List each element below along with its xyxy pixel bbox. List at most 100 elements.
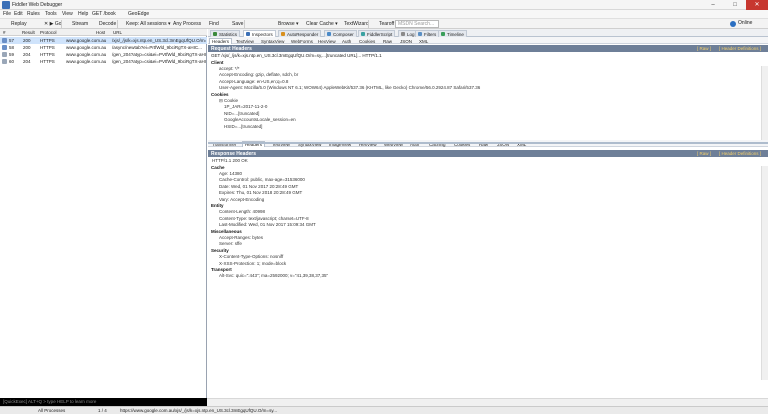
column-url[interactable]: URL	[113, 30, 122, 35]
menu-bar: File Edit Rules Tools View Help GET /boo…	[0, 10, 768, 19]
req-tab-auth[interactable]: Auth	[339, 38, 354, 44]
sessions-header: # Result Protocol Host URL	[0, 29, 207, 36]
request-scrollbar[interactable]	[761, 66, 768, 140]
textwizard-button[interactable]: TextWizard	[336, 20, 369, 28]
keep-icon	[118, 21, 124, 27]
find-button[interactable]: Find	[201, 20, 219, 28]
response-header-definitions-link[interactable]: [ Header Definitions ]	[719, 151, 761, 156]
menu-geoedge[interactable]: GeoEdge	[128, 11, 149, 17]
req-tab-hexview[interactable]: HexView	[315, 38, 339, 44]
menu-tools[interactable]: Tools	[45, 11, 57, 17]
header-line: ⊟ Cookie	[219, 97, 239, 103]
pane-splitter[interactable]	[208, 142, 768, 144]
go-button[interactable]: ✕ ▶ Go	[36, 20, 61, 28]
header-line: Content-Length: 40998	[219, 209, 266, 215]
replay-button[interactable]: Replay	[3, 20, 27, 28]
save-button[interactable]: Save	[224, 20, 243, 28]
sessions-list[interactable]: # Result Protocol Host URL 57 200 HTTPS …	[0, 29, 207, 398]
online-status[interactable]: Online	[730, 20, 752, 27]
maximize-button[interactable]: □	[724, 0, 746, 10]
camera-icon	[247, 21, 253, 27]
minimize-button[interactable]: –	[702, 0, 724, 10]
request-headers-title: Request Headers	[211, 46, 252, 52]
stream-icon	[64, 21, 70, 27]
header-line: Alt-Svc: quic=":443"; ma=2592000; v="41,…	[219, 273, 329, 279]
tab-statistics[interactable]: Statistics	[210, 30, 241, 37]
req-tab-webforms[interactable]: WebForms	[288, 38, 316, 44]
tab-timeline[interactable]: Timeline	[438, 30, 467, 37]
close-button[interactable]: ✕	[746, 0, 768, 10]
quickexec-area	[207, 398, 768, 406]
column-result[interactable]: Result	[22, 30, 35, 35]
header-section: Security	[211, 247, 229, 253]
tab-filters[interactable]: Filters	[415, 30, 440, 37]
go-icon	[36, 21, 42, 27]
filters-icon	[418, 32, 422, 36]
header-line: Vary: Accept-Encoding	[219, 196, 265, 202]
header-line: Expires: Thu, 01 Nov 2018 20:28:49 GMT	[219, 190, 303, 196]
menu-help[interactable]: Help	[78, 11, 88, 17]
fiddler-logo-icon	[2, 1, 10, 9]
header-line: NID=...[truncated]	[224, 110, 260, 116]
req-tab-cookies[interactable]: Cookies	[356, 38, 378, 44]
column-protocol[interactable]: Protocol	[40, 30, 57, 35]
req-tab-raw[interactable]: Raw	[380, 38, 395, 44]
header-line: accept: */*	[219, 65, 240, 71]
table-row[interactable]: 60 204 HTTPS www.google.com.au /gen_204?…	[0, 58, 207, 65]
quickexec-input[interactable]: [QuickExec] ALT+Q > type HELP to learn m…	[0, 398, 207, 406]
status-bar: All Processes 1 / 4 https://www.google.c…	[0, 406, 768, 414]
table-row[interactable]: 57 200 HTTPS www.google.com.au /xjs/_/js…	[0, 37, 207, 44]
req-tab-headers[interactable]: Headers	[209, 38, 233, 44]
column-host[interactable]: Host	[96, 30, 105, 35]
tab-inspectors[interactable]: Inspectors	[243, 30, 276, 37]
menu-get-book[interactable]: GET /book	[92, 11, 116, 17]
req-tab-syntaxview[interactable]: SyntaxView	[258, 38, 287, 44]
header-line: Age: 14380	[219, 170, 243, 176]
request-raw-link[interactable]: [ Raw ]	[697, 46, 711, 51]
menu-view[interactable]: View	[62, 11, 73, 17]
stream-button[interactable]: Stream	[64, 20, 88, 28]
table-row[interactable]: 59 204 HTTPS www.google.com.au /gen_204?…	[0, 51, 207, 58]
response-scrollbar[interactable]	[761, 166, 768, 380]
tab-composer[interactable]: Composer	[324, 30, 357, 37]
response-raw-link[interactable]: [ Raw ]	[697, 151, 711, 156]
decode-icon	[91, 21, 97, 27]
menu-rules[interactable]: Rules	[27, 11, 40, 17]
browse-button[interactable]: Browse ▾	[270, 20, 299, 28]
table-row[interactable]: 58 200 HTTPS www.google.com.au /async/ne…	[0, 44, 207, 51]
tearoff-button[interactable]: Tearoff	[371, 20, 394, 28]
tab-autoresponder[interactable]: AutoResponder	[278, 30, 322, 37]
json-file-icon	[2, 45, 7, 50]
menu-edit[interactable]: Edit	[14, 11, 23, 17]
process-filter[interactable]: All Processes	[38, 408, 65, 413]
timeline-icon	[441, 32, 445, 36]
header-line: X-Content-Type-Options: nosniff	[219, 254, 284, 260]
timer-button[interactable]	[258, 20, 266, 28]
title-bar: Fiddler Web Debugger – □ ✕	[0, 0, 768, 10]
column-id[interactable]: #	[3, 30, 6, 35]
header-line: HSID=...[truncated]	[224, 123, 263, 129]
header-line: X-XSS-Protection: 1; mode=block	[219, 260, 287, 266]
screenshot-button[interactable]	[247, 20, 255, 28]
clear-cache-button[interactable]: Clear Cache ▾	[298, 20, 338, 28]
fiddlerscript-icon	[361, 32, 365, 36]
header-line: 1P_JAR=2017-11-2-0	[224, 104, 268, 110]
textwizard-icon	[336, 21, 342, 27]
selected-url: https://www.google.com.au/xjs/_/js/k=xjs…	[120, 408, 277, 413]
request-headers-bar: Request Headers [ Raw ] [ Header Definit…	[208, 45, 768, 52]
req-tab-xml[interactable]: XML	[416, 38, 431, 44]
inspector-pane: Statistics Inspectors AutoResponder Comp…	[208, 29, 768, 398]
decode-button[interactable]: Decode	[91, 20, 116, 28]
globe-icon	[270, 21, 276, 27]
menu-file[interactable]: File	[3, 11, 11, 17]
autoresponder-icon	[281, 32, 285, 36]
any-process-button[interactable]: Any Process	[165, 20, 201, 28]
header-line: GoogleAccountsLocale_session=en	[224, 117, 296, 123]
keep-sessions-dropdown[interactable]: Keep: All sessions ▾	[118, 20, 170, 28]
msdn-search-input[interactable]: MSDN Search...	[395, 20, 439, 28]
request-header-definitions-link[interactable]: [ Header Definitions ]	[719, 46, 761, 51]
req-tab-json[interactable]: JSON	[397, 38, 415, 44]
req-tab-textview[interactable]: TextView	[233, 38, 257, 44]
tab-fiddlerscript[interactable]: FiddlerScript	[358, 30, 396, 37]
clock-icon	[258, 21, 264, 27]
